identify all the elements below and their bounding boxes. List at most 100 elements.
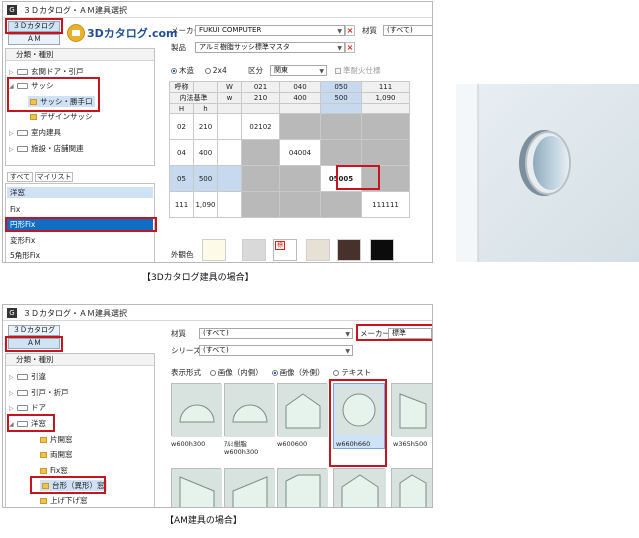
tree-item-ryobiraki[interactable]: 両開窓 <box>40 449 73 460</box>
tree-item-sash[interactable]: ◢ サッシ <box>9 80 54 91</box>
grid-cell[interactable] <box>241 191 280 218</box>
radio-outer-image[interactable] <box>271 370 278 376</box>
construction-radio-group: 木造 2x4 <box>171 66 227 76</box>
radio-wood[interactable] <box>171 68 177 74</box>
grid-cell[interactable] <box>361 139 410 166</box>
tree-item-hikido[interactable]: ▷ 引戸・折戸 <box>9 387 69 398</box>
tab-3d-catalog[interactable]: ３Ｄカタログ <box>8 325 60 336</box>
list-tab-mylist[interactable]: マイリスト <box>35 172 73 182</box>
exterior-color-label: 外観色 <box>171 250 194 259</box>
tree-item-door[interactable]: ▷ ドア <box>9 402 46 413</box>
tree-item-sash-kattekuchi[interactable]: サッシ・勝手口 <box>28 96 95 107</box>
grid-cell[interactable] <box>279 191 321 218</box>
pentagon-window-icon <box>278 469 328 507</box>
checkbox-icon <box>335 68 341 74</box>
clear-product-button[interactable]: × <box>345 42 355 53</box>
tree-item-hikichigai[interactable]: ▷ 引違 <box>9 371 46 382</box>
thumb-label: w600600 <box>277 440 308 448</box>
radio-2x4[interactable] <box>204 68 211 74</box>
col-size: 1,090 <box>361 92 410 104</box>
grid-cell[interactable] <box>320 113 362 140</box>
grid-cell[interactable]: 02102 <box>241 113 280 140</box>
tree-item-entrance[interactable]: ▷ 玄関ドア・引戸 <box>9 66 84 77</box>
tree-item-yomado[interactable]: ◢ 洋窓 <box>9 418 46 429</box>
maker-select[interactable]: FUKUI COMPUTER ▼ <box>195 25 345 36</box>
trapezoid-window-icon <box>172 469 222 507</box>
color-swatch[interactable] <box>337 239 361 261</box>
fire-checkbox[interactable]: 準耐火仕様 <box>335 66 381 76</box>
grid-cell[interactable] <box>279 165 321 192</box>
category-header: 分類・種別 <box>6 49 154 61</box>
tree-item-design-sash[interactable]: デザインサッシ <box>30 111 93 122</box>
grid-cell[interactable]: 111111 <box>361 191 410 218</box>
grid-cell[interactable]: 04004 <box>279 139 321 166</box>
grid-cell[interactable] <box>361 165 410 192</box>
standard-mark-icon: 標 <box>275 241 286 250</box>
grid-cell[interactable] <box>320 191 362 218</box>
color-swatch[interactable] <box>370 239 394 261</box>
grid-h2-label: h <box>193 103 218 114</box>
grid-cell[interactable] <box>241 139 280 166</box>
folder-icon <box>17 69 28 75</box>
grid-cell-selected[interactable]: 05005 <box>320 165 362 192</box>
tree-item-katabiraki[interactable]: 片開窓 <box>40 434 73 445</box>
region-label: 区分 <box>248 66 263 75</box>
grid-cell[interactable] <box>241 165 280 192</box>
chevron-down-icon: ▼ <box>345 331 350 338</box>
thumb-trapezoid-a[interactable] <box>171 468 222 507</box>
color-swatch[interactable] <box>202 239 226 261</box>
thumb-pentagon-d[interactable] <box>391 468 432 507</box>
trapezoid-window-icon <box>225 469 275 507</box>
tree-item-fix-mado[interactable]: Fix窓 <box>40 465 68 476</box>
material-label: 材質 <box>362 26 377 35</box>
thumb-w600600[interactable] <box>277 383 328 437</box>
grid-cell[interactable] <box>279 113 321 140</box>
color-swatch[interactable] <box>306 239 330 261</box>
thumb-w365h500[interactable] <box>391 383 432 437</box>
list-item-round-fix[interactable]: 円形Fix <box>7 219 153 230</box>
material-select[interactable]: (すべて) <box>383 25 432 36</box>
thumb-w600h300[interactable] <box>171 383 222 437</box>
pentagon-window-icon <box>392 469 432 507</box>
col-size: 210 <box>241 92 280 104</box>
region-select[interactable]: 関東 ▼ <box>270 65 327 76</box>
list-item-fix[interactable]: Fix <box>7 204 153 215</box>
tree-item-agesage[interactable]: 上げ下げ窓 <box>40 495 88 506</box>
series-select[interactable]: (すべて) ▼ <box>199 345 353 356</box>
color-swatch[interactable]: 標 <box>273 239 297 261</box>
thumb-pentagon-c[interactable] <box>333 468 386 507</box>
table-row: 05 500 05005 <box>169 165 410 192</box>
thumb-pentagon-b[interactable] <box>277 468 328 507</box>
list-item-pentagon-fix[interactable]: 5角形Fix <box>7 250 153 261</box>
tab-am[interactable]: ＡＭ <box>8 338 60 349</box>
radio-text[interactable] <box>333 370 340 376</box>
list-item-yomado[interactable]: 洋窓 <box>7 187 153 198</box>
list-item-variant-fix[interactable]: 変形Fix <box>7 235 153 246</box>
item-icon <box>40 498 47 504</box>
tree-item-interior[interactable]: ▷ 室内建具 <box>9 127 61 138</box>
tree-item-facility[interactable]: ▷ 施設・店舗関連 <box>9 143 84 154</box>
app-icon: G <box>7 5 17 15</box>
title-bar: G ３Ｄカタログ・ＡＭ建具選択 <box>3 305 432 321</box>
trapezoid-window-icon <box>392 384 432 437</box>
folder-icon <box>17 405 28 411</box>
grid-cell[interactable] <box>361 113 410 140</box>
thumb-alumi-w600h300[interactable] <box>224 383 275 437</box>
catalog-window: G ３Ｄカタログ・ＡＭ建具選択 ３Ｄカタログ ＡＭ 3Dカタログ.com 分類・… <box>2 1 433 263</box>
maker-select[interactable]: 標準 <box>388 328 432 339</box>
tree-item-daikei[interactable]: 台形（異形）窓 <box>40 480 107 491</box>
tab-am[interactable]: ＡＭ <box>8 34 60 45</box>
clear-maker-button[interactable]: × <box>345 25 355 36</box>
thumb-w660h660-selected[interactable]: w660h660 <box>333 383 385 449</box>
size-grid: 呼称 W 021 040 050 111 内法基準 w 210 400 500 … <box>169 81 410 218</box>
grid-cell[interactable] <box>320 139 362 166</box>
tab-3d-catalog[interactable]: ３Ｄカタログ <box>8 21 60 32</box>
product-select[interactable]: アルミ樹脂サッシ標準マスタ ▼ <box>195 42 345 53</box>
radio-inner-image[interactable] <box>209 370 216 376</box>
col-code: 050 <box>320 81 362 93</box>
thumb-trapezoid-b[interactable] <box>224 468 275 507</box>
list-tab-all[interactable]: すべて <box>7 172 33 182</box>
logo-mark-icon <box>67 24 85 42</box>
color-swatch[interactable] <box>242 239 266 261</box>
material-select[interactable]: (すべて) ▼ <box>199 328 353 339</box>
